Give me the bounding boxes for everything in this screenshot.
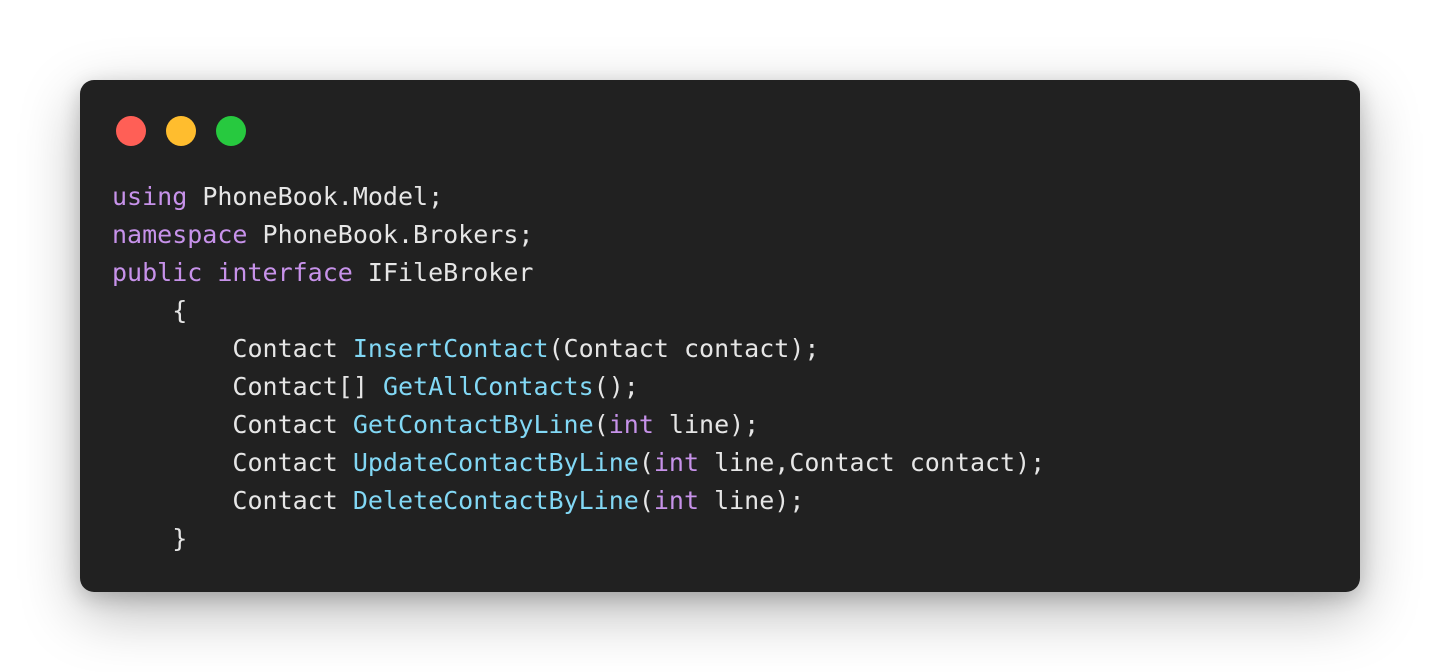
code-line: { [112, 292, 1045, 330]
maximize-button[interactable] [216, 116, 246, 146]
code-line: Contact InsertContact(Contact contact); [112, 330, 1045, 368]
code-text: IFileBroker [352, 258, 534, 287]
code-line: Contact GetContactByLine(int line); [112, 406, 1045, 444]
code-text: Contact [112, 334, 353, 363]
code-text: Contact [112, 486, 353, 515]
code-text: ( [638, 448, 654, 477]
code-text: PhoneBook.Brokers; [247, 220, 534, 249]
code-block: using PhoneBook.Model; namespace PhoneBoo… [112, 178, 1045, 558]
code-line: Contact UpdateContactByLine(int line,Con… [112, 444, 1045, 482]
code-keyword: interface [217, 258, 353, 287]
code-keyword: int [608, 410, 654, 439]
code-text: PhoneBook.Model; [187, 182, 444, 211]
minimize-button[interactable] [166, 116, 196, 146]
code-text: Contact [112, 448, 353, 477]
code-line: Contact[] GetAllContacts(); [112, 368, 1045, 406]
code-keyword: int [653, 448, 700, 477]
window-controls [116, 116, 246, 146]
code-text: { [112, 296, 188, 325]
code-text: (); [593, 372, 639, 401]
code-text: line,Contact contact); [699, 448, 1046, 477]
code-text: (Contact contact); [548, 334, 820, 363]
code-line: public interface IFileBroker [112, 254, 1045, 292]
code-text: Contact[] [112, 372, 383, 401]
code-window: using PhoneBook.Model; namespace PhoneBoo… [80, 80, 1360, 592]
code-line: Contact DeleteContactByLine(int line); [112, 482, 1045, 520]
code-text: } [112, 524, 188, 553]
code-method-name: UpdateContactByLine [352, 448, 639, 477]
code-line: namespace PhoneBook.Brokers; [112, 216, 1045, 254]
code-method-name: InsertContact [352, 334, 549, 363]
code-text: Contact [112, 410, 353, 439]
code-line: } [112, 520, 1045, 558]
code-keyword: int [653, 486, 700, 515]
close-button[interactable] [116, 116, 146, 146]
code-text: ( [638, 486, 654, 515]
code-text: ( [593, 410, 609, 439]
code-keyword: public [112, 258, 203, 287]
code-keyword: namespace [112, 220, 248, 249]
code-method-name: DeleteContactByLine [352, 486, 639, 515]
code-method-name: GetContactByLine [352, 410, 594, 439]
code-line: using PhoneBook.Model; [112, 178, 1045, 216]
code-keyword: using [112, 182, 188, 211]
code-text: line); [699, 486, 805, 515]
code-method-name: GetAllContacts [382, 372, 594, 401]
code-text: line); [653, 410, 760, 439]
